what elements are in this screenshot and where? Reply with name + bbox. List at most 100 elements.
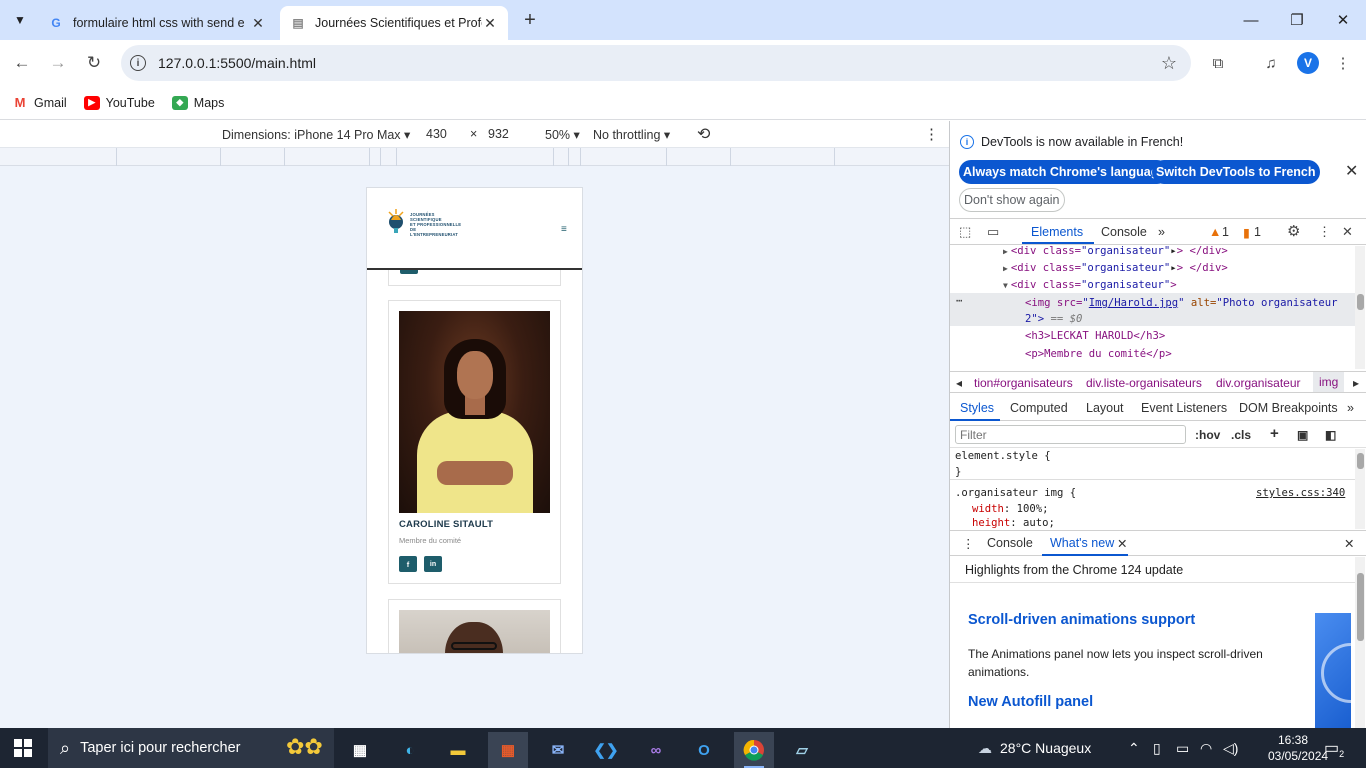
dom-node[interactable]: ▶ <div class="organisateur"▸> </div> — [1003, 246, 1228, 257]
close-tab-icon[interactable]: ✕ — [250, 15, 266, 32]
weather-widget[interactable]: ☁ 28°C Nuageux — [978, 728, 1091, 768]
reload-button[interactable]: ↻ — [79, 48, 109, 78]
file-explorer-icon[interactable]: ▬ — [438, 732, 478, 768]
site-info-icon[interactable]: i — [130, 55, 146, 71]
close-window-button[interactable]: ✕ — [1320, 0, 1366, 40]
notepad-icon[interactable]: ▱ — [782, 732, 822, 768]
system-clock[interactable]: 16:38 03/05/2024 — [1268, 732, 1328, 764]
feature-link[interactable]: New Autofill panel — [968, 694, 1093, 710]
warning-icon[interactable]: ▲ — [1209, 225, 1221, 239]
drawer-menu-icon[interactable]: ⋮ — [962, 536, 975, 551]
breadcrumb-scroll-left[interactable]: ◂ — [956, 376, 962, 390]
hover-state-toggle[interactable]: :hov — [1195, 428, 1220, 442]
mail-icon[interactable]: ✉ — [538, 732, 578, 768]
tab-computed[interactable]: Computed — [1010, 401, 1068, 415]
minimize-button[interactable]: — — [1228, 0, 1274, 40]
outlook-icon[interactable]: O — [684, 732, 724, 768]
element-style-rule[interactable]: element.style { — [955, 450, 1051, 462]
windows-start-icon[interactable] — [14, 739, 32, 757]
settings-gear-icon[interactable]: ⚙ — [1287, 222, 1300, 240]
tab-dom-breakpoints[interactable]: DOM Breakpoints — [1239, 401, 1338, 415]
breadcrumb-scroll-right[interactable]: ▸ — [1353, 376, 1359, 390]
bookmark-maps[interactable]: ◆ Maps — [171, 95, 224, 110]
dom-node-expanded[interactable]: ▼ <div class="organisateur"> — [1003, 279, 1177, 291]
device-toggle-icon[interactable]: ▭ — [987, 224, 999, 240]
hamburger-menu-icon[interactable]: ≡ — [561, 224, 567, 235]
close-drawer-icon[interactable]: ✕ — [1344, 536, 1354, 551]
extensions-icon[interactable]: ⧉ — [1205, 50, 1231, 76]
close-tab-icon[interactable]: ✕ — [1117, 536, 1127, 551]
tab-layout[interactable]: Layout — [1086, 401, 1124, 415]
tab-styles[interactable]: Styles — [960, 401, 994, 415]
show-hidden-icons[interactable]: ⌃ — [1128, 728, 1140, 768]
breadcrumb-item-selected[interactable]: img — [1313, 372, 1345, 392]
inspect-element-icon[interactable]: ⬚ — [959, 224, 971, 240]
breadcrumb-item[interactable]: tion#organisateurs — [974, 376, 1073, 390]
emulated-phone-screen[interactable]: JOURNÉES SCIENTIFIQUE ET PROFESSIONNELLE… — [366, 187, 583, 654]
chrome-icon[interactable] — [734, 732, 774, 768]
tab-search-button[interactable]: ▼ — [6, 6, 34, 34]
drawer-tab-console[interactable]: Console — [987, 536, 1033, 550]
media-query-ruler[interactable] — [0, 148, 949, 166]
drawer-tab-whats-new[interactable]: What's new — [1050, 536, 1114, 550]
task-view-icon[interactable]: ▦ — [340, 732, 380, 768]
always-match-language-button[interactable]: Always match Chrome's language — [959, 160, 1170, 184]
dom-node[interactable]: ▶ <div class="organisateur"▸> </div> — [1003, 262, 1228, 274]
dont-show-again-button[interactable]: Don't show again — [959, 188, 1065, 212]
restore-button[interactable]: ❐ — [1274, 0, 1320, 40]
back-button[interactable]: ← — [7, 48, 37, 78]
bookmark-gmail[interactable]: M Gmail — [12, 95, 67, 110]
rule-declaration[interactable]: width: 100%; — [972, 503, 1049, 515]
device-select[interactable]: Dimensions: iPhone 14 Pro Max ▾ — [222, 127, 410, 142]
new-tab-button[interactable]: + — [518, 8, 542, 32]
network-icon[interactable]: ◠ — [1200, 728, 1212, 768]
close-infobar-icon[interactable]: ✕ — [1345, 161, 1358, 181]
throttling-select[interactable]: No throttling ▾ — [593, 127, 670, 142]
linkedin-icon[interactable]: in — [424, 556, 442, 572]
switch-to-french-button[interactable]: Switch DevTools to French — [1152, 160, 1320, 184]
site-logo[interactable]: JOURNÉES SCIENTIFIQUE ET PROFESSIONNELLE… — [385, 206, 465, 237]
dom-tree[interactable]: ▶ <div class="organisateur"▸> </div> ▶ <di… — [950, 246, 1366, 369]
visual-studio-icon[interactable]: ∞ — [636, 732, 676, 768]
tab-elements[interactable]: Elements — [1031, 225, 1083, 239]
menu-kebab-icon[interactable]: ⋮ — [1330, 50, 1356, 76]
browser-tab-2[interactable]: ▤ Journées Scientifiques et Profes ✕ — [280, 6, 508, 40]
breadcrumb-item[interactable]: div.liste-organisateurs — [1086, 376, 1202, 390]
close-tab-icon[interactable]: ✕ — [482, 15, 498, 32]
tab-console[interactable]: Console — [1101, 225, 1147, 239]
media-control-icon[interactable]: ♫ — [1258, 50, 1284, 76]
rule-source-link[interactable]: styles.css:340 — [1256, 487, 1345, 499]
device-icon[interactable]: ▯ — [1153, 728, 1161, 768]
bookmark-star-icon[interactable]: ☆ — [1161, 53, 1177, 74]
rule-selector[interactable]: .organisateur img { — [955, 487, 1076, 499]
styles-filter-input[interactable] — [955, 425, 1186, 444]
zoom-select[interactable]: 50% ▾ — [545, 127, 580, 142]
edge-icon[interactable]: ◐ — [390, 732, 430, 768]
dom-node[interactable]: <h3>LECKAT HAROLD</h3> — [1025, 330, 1165, 342]
issues-icon[interactable]: ▮ — [1243, 225, 1250, 240]
tab-event-listeners[interactable]: Event Listeners — [1141, 401, 1227, 415]
vscode-icon[interactable]: ❮❯ — [586, 732, 626, 768]
dom-node-selected[interactable]: <img src="Img/Harold.jpg" alt="Photo org… — [1025, 297, 1338, 309]
height-input[interactable]: 932 — [488, 127, 509, 141]
dom-node[interactable]: <p>Membre du comité</p> — [1025, 348, 1172, 360]
feature-link[interactable]: Scroll-driven animations support — [968, 612, 1195, 628]
class-toggle[interactable]: .cls — [1231, 428, 1251, 442]
paint-icon[interactable]: ▣ — [1297, 428, 1308, 442]
rotate-icon[interactable]: ⟲ — [697, 124, 710, 144]
bookmark-youtube[interactable]: ▶ YouTube — [83, 95, 155, 110]
rule-declaration[interactable]: height: auto; — [972, 517, 1055, 529]
forward-button[interactable]: → — [43, 48, 73, 78]
battery-icon[interactable]: ▭ — [1176, 728, 1189, 768]
volume-icon[interactable]: ◁) — [1223, 728, 1238, 768]
more-tabs-icon[interactable]: » — [1158, 225, 1165, 239]
browser-tab-1[interactable]: G formulaire html css with send e ✕ — [38, 6, 276, 40]
node-menu-icon[interactable]: ⋯ — [956, 295, 962, 307]
more-tabs-icon[interactable]: » — [1347, 401, 1354, 415]
facebook-icon[interactable]: f — [399, 556, 417, 572]
taskbar-search-box[interactable]: ⌕ Taper ici pour rechercher ✿✿ — [48, 728, 334, 768]
style-rules[interactable]: element.style { } .organisateur img { st… — [950, 449, 1366, 529]
notification-center-icon[interactable]: ▭2 — [1324, 738, 1344, 759]
close-devtools-icon[interactable]: ✕ — [1342, 224, 1353, 240]
width-input[interactable]: 430 — [426, 127, 447, 141]
